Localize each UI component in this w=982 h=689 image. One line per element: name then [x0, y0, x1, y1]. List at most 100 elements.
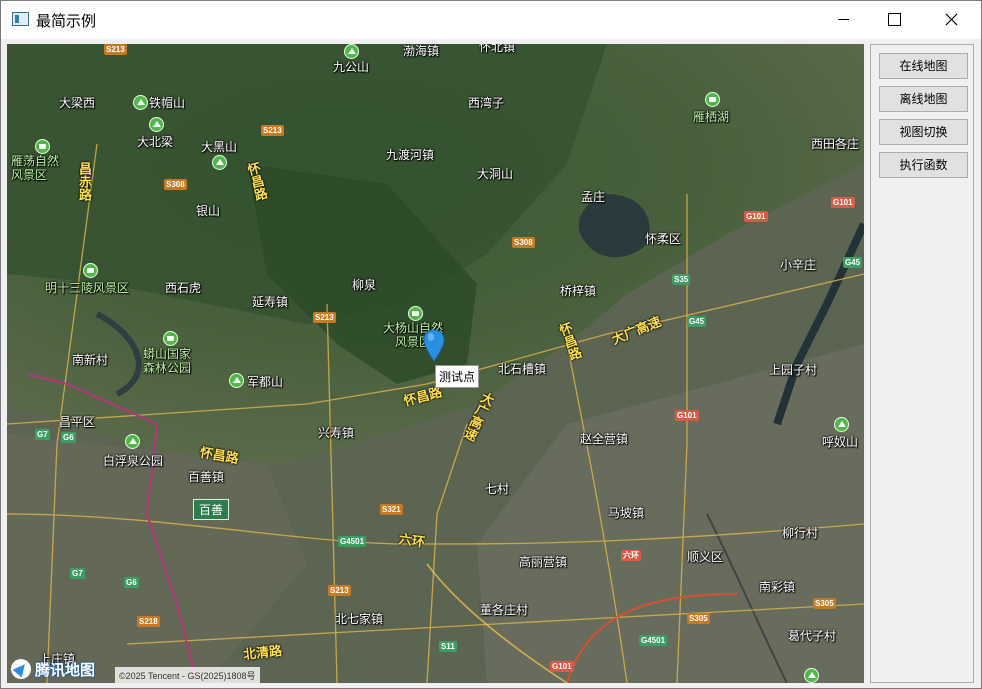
road-shield: G4501 [639, 635, 668, 646]
road-shield: G7 [70, 568, 85, 579]
window-title: 最简示例 [36, 13, 97, 30]
road-shield: G6 [124, 577, 139, 588]
place-label: 明十三陵风景区 [45, 281, 130, 295]
road-label: 六环 [397, 531, 426, 550]
road-shield: G101 [675, 410, 699, 421]
place-label: 南新村 [72, 353, 109, 367]
online-map-button[interactable]: 在线地图 [879, 53, 968, 79]
road-shield: S305 [687, 613, 710, 624]
app-window: 最简示例 九公山 渤海镇 怀北镇 雁栖湖 大梁西 铁帽山 西湾子 大北梁 西田各… [0, 0, 982, 689]
park-icon [125, 434, 140, 449]
road-shield: G45 [687, 316, 707, 327]
place-label: 北石槽镇 [498, 362, 547, 376]
place-label: 银山 [196, 204, 221, 218]
place-label: 延寿镇 [252, 295, 289, 309]
camera-icon [705, 92, 720, 107]
maximize-icon[interactable] [879, 1, 909, 39]
road-shield: G45 [843, 257, 863, 268]
road-shield: S308 [512, 237, 535, 248]
map-view[interactable]: 九公山 渤海镇 怀北镇 雁栖湖 大梁西 铁帽山 西湾子 大北梁 西田各庄 雁荡自… [7, 44, 864, 683]
place-label: 赵全营镇 [580, 432, 629, 446]
road-shield: S321 [380, 504, 403, 515]
place-label: 渤海镇 [403, 44, 440, 58]
mountain-icon [133, 95, 148, 110]
app-icon [12, 12, 29, 26]
station-label: 百善 [193, 499, 230, 520]
place-label: 大洞山 [477, 167, 514, 181]
place-label: 九渡河镇 [386, 148, 435, 162]
place-label: 顺义区 [687, 550, 724, 564]
road-shield: S35 [672, 274, 691, 285]
place-label: 七村 [485, 482, 510, 496]
camera-icon [408, 306, 423, 321]
road-shield: G101 [744, 211, 768, 222]
offline-map-button[interactable]: 离线地图 [879, 86, 968, 112]
road-shield: S218 [137, 616, 160, 627]
place-label: 小辛庄 [780, 258, 817, 272]
road-shield: S213 [104, 44, 127, 55]
place-label: 蟒山国家 森林公园 [143, 347, 192, 375]
place-label: 柳泉 [352, 278, 377, 292]
execute-function-button[interactable]: 执行函数 [879, 152, 968, 178]
place-label: 葛代子村 [788, 629, 837, 643]
road-shield: S305 [813, 598, 836, 609]
tencent-map-logo: 腾讯地图 [11, 657, 95, 681]
camera-icon [83, 263, 98, 278]
road-shield: G101 [550, 661, 574, 672]
road-shield: G101 [831, 197, 855, 208]
place-label: 大北梁 [137, 135, 174, 149]
view-switch-button[interactable]: 视图切换 [879, 119, 968, 145]
place-label: 昌平区 [59, 415, 96, 429]
mountain-icon [834, 417, 849, 432]
place-label: 大黑山 [201, 140, 238, 154]
minimize-icon[interactable] [829, 1, 859, 39]
road-shield: S213 [313, 312, 336, 323]
place-label: 军都山 [247, 375, 284, 389]
place-label: 高丽营镇 [519, 555, 568, 569]
place-label: 百善镇 [188, 470, 225, 484]
camera-icon [35, 139, 50, 154]
mountain-icon [229, 373, 244, 388]
place-label: 西田各庄 [811, 137, 860, 151]
mountain-icon [344, 44, 359, 59]
place-label: 怀柔区 [645, 232, 682, 246]
place-label: 九公山 [333, 60, 370, 74]
control-panel: 在线地图 离线地图 视图切换 执行函数 [870, 44, 974, 683]
road-label: 昌赤路 [77, 162, 92, 201]
road-shield: S11 [439, 641, 457, 652]
place-label: 铁帽山 [149, 96, 186, 110]
road-shield: G4501 [338, 536, 367, 547]
camera-icon [163, 331, 178, 346]
place-label: 柳行村 [782, 526, 819, 540]
place-label: 西石虎 [165, 281, 202, 295]
place-label: 大梁西 [59, 96, 96, 110]
place-label: 北七家镇 [335, 612, 384, 626]
place-label: 雁栖湖 [693, 110, 730, 124]
place-label: 雁荡自然 风景区 [11, 154, 60, 182]
road-shield: 六环 [621, 550, 641, 561]
place-label: 桥梓镇 [560, 284, 597, 298]
mountain-icon [212, 155, 227, 170]
place-label: 马坡镇 [608, 506, 645, 520]
place-label: 兴寿镇 [318, 426, 355, 440]
place-label: 南彩镇 [759, 580, 796, 594]
mountain-icon [804, 668, 819, 683]
marker-label: 测试点 [435, 365, 480, 388]
map-copyright: ©2025 Tencent - GS(2025)1808号 [115, 667, 260, 683]
place-label: 孟庄 [581, 190, 606, 204]
location-marker-icon[interactable] [423, 329, 445, 363]
road-shield: G7 [35, 429, 50, 440]
road-label: 北清路 [242, 642, 283, 662]
road-shield: S308 [164, 179, 187, 190]
road-shield: S213 [328, 585, 351, 596]
place-label: 白浮泉公园 [103, 454, 164, 468]
title-bar[interactable]: 最简示例 [1, 1, 981, 39]
place-label: 上园子村 [769, 363, 818, 377]
mountain-icon [149, 117, 164, 132]
place-label: 怀北镇 [479, 44, 516, 54]
road-shield: S213 [261, 125, 284, 136]
close-icon[interactable] [936, 1, 968, 39]
logo-text: 腾讯地图 [35, 661, 96, 679]
place-label: 呼奴山 [822, 435, 859, 449]
road-shield: G6 [61, 432, 76, 443]
